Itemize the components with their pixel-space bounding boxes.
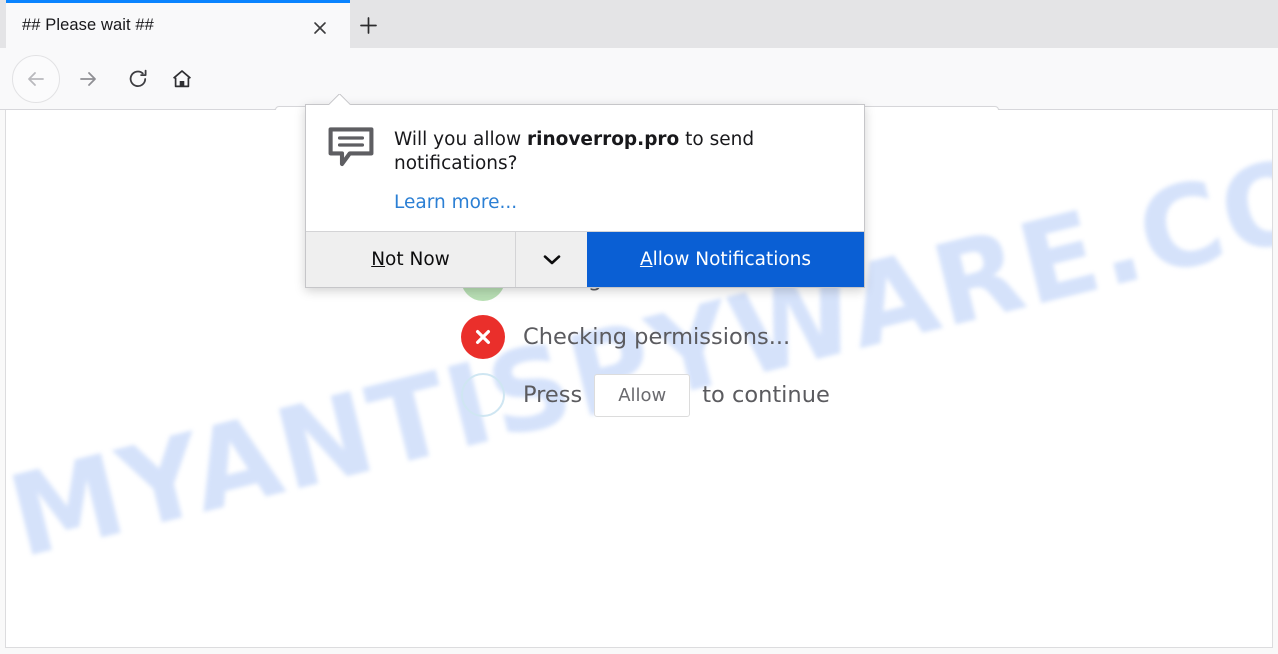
learn-more-link[interactable]: Learn more... (394, 192, 517, 213)
empty-circle-icon (461, 373, 505, 417)
allow-notifications-button[interactable]: Allow Notifications (587, 232, 864, 287)
popup-footer: Not Now Allow Notifications (306, 231, 864, 287)
home-icon[interactable] (158, 55, 206, 103)
checklist-item: Checking permissions... (461, 308, 830, 366)
checklist-label-press: Press Allow to continue (523, 373, 830, 417)
popup-text-column: Will you allow rinoverrop.pro to send no… (394, 127, 842, 213)
not-now-button[interactable]: Not Now (306, 232, 515, 287)
arrow-left-icon[interactable] (12, 55, 60, 103)
checklist-item: Press Allow to continue (461, 366, 830, 424)
allow-inline-button[interactable]: Allow (594, 373, 691, 417)
popup-body: Will you allow rinoverrop.pro to send no… (306, 105, 864, 231)
not-now-accesskey: N (371, 249, 386, 270)
not-now-label: ot Now (385, 249, 450, 270)
question-host: rinoverrop.pro (527, 129, 680, 150)
close-icon[interactable] (306, 14, 334, 42)
continue-text: to continue (702, 382, 830, 408)
tab-strip: ## Please wait ## (0, 0, 1278, 48)
notification-permission-popup: Will you allow rinoverrop.pro to send no… (305, 104, 865, 288)
navigation-toolbar: https://rinoverrop.pro/ZJBITOC?tag_id=73… (0, 48, 1278, 148)
x-circle-icon (461, 315, 505, 359)
tab-title: ## Please wait ## (22, 16, 154, 34)
arrow-right-icon[interactable] (64, 55, 112, 103)
browser-tab-active[interactable]: ## Please wait ## (6, 0, 350, 48)
chevron-down-icon[interactable] (515, 232, 587, 287)
browser-window: ## Please wait ## MYANTISPYWARE.COM Chec… (0, 0, 1278, 654)
speech-bubble-icon (328, 127, 374, 167)
checklist-label: Checking permissions... (523, 324, 791, 350)
new-tab-button[interactable] (352, 10, 384, 40)
press-text: Press (523, 382, 583, 408)
tab-strip-empty-area (392, 0, 1278, 48)
allow-label: llow Notifications (652, 249, 812, 270)
popup-question: Will you allow rinoverrop.pro to send no… (394, 128, 786, 176)
reload-icon[interactable] (114, 55, 162, 103)
allow-accesskey: A (639, 249, 653, 270)
popup-arrow (329, 94, 351, 105)
question-prefix: Will you allow (394, 129, 528, 150)
